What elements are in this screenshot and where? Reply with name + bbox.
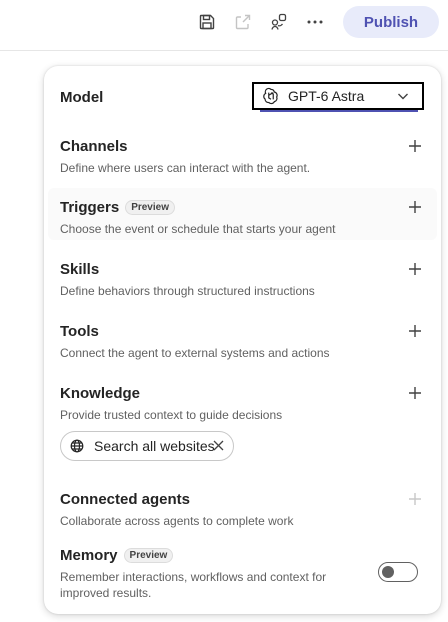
memory-section: Memory Preview Remember interactions, wo… [60,545,360,601]
triggers-title: Triggers [60,198,120,216]
skills-description: Define behaviors through structured inst… [60,284,315,298]
memory-title: Memory [60,546,118,564]
model-value: GPT-6 Astra [288,88,365,104]
triggers-description: Choose the event or schedule that starts… [60,222,336,236]
memory-description: Remember interactions, workflows and con… [60,570,327,600]
connected-agents-title: Connected agents [60,490,191,508]
agent-config-card: Model GPT-6 Astra Channels Define where … [44,66,441,614]
add-connected-agent-icon[interactable] [407,491,423,507]
knowledge-section: Knowledge Provide trusted context to gui… [60,383,425,423]
add-trigger-icon[interactable] [407,199,423,215]
model-select[interactable]: GPT-6 Astra [252,82,424,112]
channels-section: Channels Define where users can interact… [60,136,425,176]
knowledge-title: Knowledge [60,384,141,402]
top-toolbar: Publish [0,0,448,51]
connect-icon[interactable] [268,11,290,33]
channels-description: Define where users can interact with the… [60,161,311,175]
preview-badge: Preview [123,547,174,563]
add-channel-icon[interactable] [407,138,423,154]
triggers-section: Triggers Preview Choose the event or sch… [60,197,425,237]
add-skill-icon[interactable] [407,261,423,277]
chip-label: Search all websites [94,438,215,454]
more-icon[interactable] [304,11,326,33]
tools-section: Tools Connect the agent to external syst… [60,321,425,361]
save-icon[interactable] [196,11,218,33]
connected-agents-description: Collaborate across agents to complete wo… [60,514,294,528]
chevron-down-icon [396,89,410,108]
tools-description: Connect the agent to external systems an… [60,346,330,360]
share-icon[interactable] [232,11,254,33]
tools-title: Tools [60,322,99,340]
publish-button[interactable]: Publish [343,6,439,38]
skills-title: Skills [60,260,100,278]
model-label: Model [60,89,104,106]
knowledge-chip-search-all-websites[interactable]: Search all websites [60,431,234,461]
toggle-knob [382,566,394,578]
globe-icon [70,439,84,453]
memory-toggle[interactable] [378,562,418,582]
knowledge-description: Provide trusted context to guide decisio… [60,408,283,422]
close-icon[interactable] [213,440,225,452]
openai-icon [262,87,280,105]
preview-badge: Preview [125,199,175,215]
add-tool-icon[interactable] [407,323,423,339]
channels-title: Channels [60,137,128,155]
skills-section: Skills Define behaviors through structur… [60,259,425,299]
connected-agents-section: Connected agents Collaborate across agen… [60,489,425,529]
add-knowledge-icon[interactable] [407,385,423,401]
